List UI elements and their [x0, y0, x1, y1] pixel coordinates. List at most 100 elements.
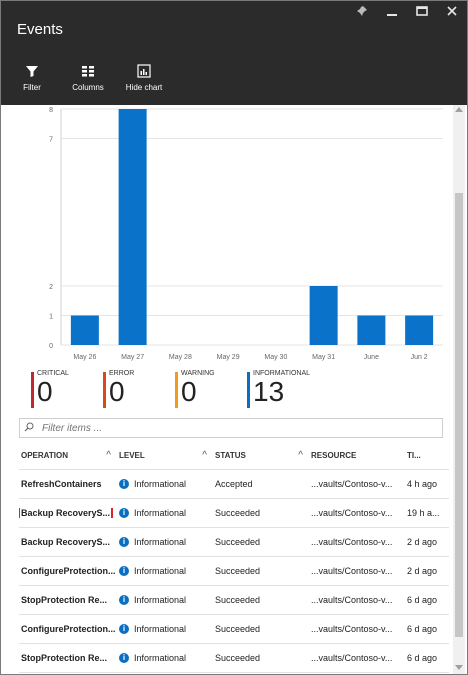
time-cell: 6 d ago — [407, 653, 438, 663]
table-row[interactable]: Backup RecoveryS... i Informational Succe… — [19, 528, 449, 557]
info-icon: i — [119, 624, 129, 634]
hide-chart-label: Hide chart — [125, 83, 163, 92]
level-label: Informational — [134, 508, 187, 518]
x-tick-label: May 30 — [264, 354, 287, 361]
filter-icon — [25, 63, 39, 79]
column-header-resource-label: RESOURCE — [311, 450, 357, 460]
filter-label: Filter — [23, 83, 41, 92]
level-label: Informational — [134, 537, 187, 547]
time-cell: 6 d ago — [407, 624, 438, 634]
info-icon: i — [119, 537, 129, 547]
info-icon: i — [119, 595, 129, 605]
filter-box — [19, 418, 443, 438]
x-tick-label: May 29 — [217, 354, 240, 361]
severity-summary: CRITICAL 0 ERROR 0 WARNING 0 INFORMATION… — [31, 370, 325, 408]
table-row[interactable]: ConfigureProtection... i Informational Su… — [19, 557, 449, 586]
scroll-up-arrow-icon[interactable] — [455, 107, 463, 112]
pin-icon[interactable] — [355, 5, 369, 19]
hide-chart-button[interactable]: Hide chart — [123, 63, 165, 92]
y-tick-label: 1 — [49, 314, 53, 321]
resource-cell: ...vaults/Contoso-v... — [311, 624, 393, 634]
scroll-down-arrow-icon[interactable] — [455, 665, 463, 670]
close-icon[interactable] — [445, 5, 459, 19]
y-tick-label: 2 — [49, 284, 53, 291]
bar[interactable] — [309, 286, 338, 345]
operation-cell: ConfigureProtection... — [21, 624, 116, 634]
level-label: Informational — [134, 479, 187, 489]
column-header-time[interactable]: TI... — [407, 451, 445, 460]
bar[interactable] — [357, 315, 386, 346]
level-cell: i Informational — [119, 624, 215, 634]
filter-input[interactable] — [40, 420, 434, 436]
column-header-operation-label: OPERATION — [21, 450, 68, 460]
operation-cell: ConfigureProtection... — [21, 566, 116, 576]
sort-icon: ^ — [106, 449, 111, 461]
events-table: OPERATION ^ LEVEL ^ STATUS ^ RESOURCE TI...… — [19, 441, 449, 673]
informational-summary[interactable]: INFORMATIONAL 13 — [247, 370, 325, 408]
level-label: Informational — [134, 566, 187, 576]
resource-cell: ...vaults/Contoso-v... — [311, 595, 393, 605]
window-controls — [355, 5, 459, 19]
maximize-icon[interactable] — [415, 5, 429, 19]
scrollbar-thumb[interactable] — [455, 193, 463, 637]
table-row[interactable]: StopProtection Re... i Informational Succ… — [19, 644, 449, 673]
level-cell: i Informational — [119, 595, 215, 605]
columns-icon — [81, 63, 95, 79]
blade-header: Events Filter Columns Hide chart — [1, 1, 467, 105]
column-header-level-label: LEVEL — [119, 450, 145, 460]
status-cell: Succeeded — [215, 566, 261, 576]
column-header-operation[interactable]: OPERATION ^ — [19, 449, 119, 461]
level-cell: i Informational — [119, 653, 215, 663]
columns-button[interactable]: Columns — [67, 63, 109, 92]
y-tick-label: 8 — [49, 107, 53, 114]
column-header-resource[interactable]: RESOURCE — [311, 451, 407, 460]
operation-cell: Backup RecoveryS... — [21, 537, 111, 547]
x-tick-label: May 26 — [73, 354, 96, 361]
operation-cell: StopProtection Re... — [21, 595, 108, 605]
sort-icon: ^ — [202, 449, 207, 461]
x-tick-label: May 28 — [169, 354, 192, 361]
time-cell: 4 h ago — [407, 479, 438, 489]
error-summary[interactable]: ERROR 0 — [103, 370, 165, 408]
x-tick-label: Jun 2 — [411, 354, 428, 361]
error-count: 0 — [109, 376, 125, 407]
table-row[interactable]: Backup RecoveryS... i Informational Succe… — [19, 499, 449, 528]
blade-toolbar: Filter Columns Hide chart — [11, 63, 165, 92]
blade-content: 0 1 2 7 8 May 26 May 27 May 28 May 29 May 30 May 3… — [13, 105, 453, 674]
vertical-scrollbar[interactable] — [453, 105, 465, 674]
warning-summary[interactable]: WARNING 0 — [175, 370, 237, 408]
status-cell: Succeeded — [215, 595, 261, 605]
status-cell: Succeeded — [215, 537, 261, 547]
level-label: Informational — [134, 595, 187, 605]
bar[interactable] — [70, 315, 99, 346]
table-row[interactable]: RefreshContainers i Informational Accepte… — [19, 470, 449, 499]
column-header-status-label: STATUS — [215, 450, 246, 460]
columns-label: Columns — [72, 83, 104, 92]
table-row[interactable]: ConfigureProtection... i Informational Su… — [19, 615, 449, 644]
level-label: Informational — [134, 653, 187, 663]
level-cell: i Informational — [119, 479, 215, 489]
status-cell: Succeeded — [215, 508, 261, 518]
warning-color-bar — [175, 372, 178, 408]
column-header-status[interactable]: STATUS ^ — [215, 450, 311, 461]
events-chart: 0 1 2 7 8 May 26 May 27 May 28 May 29 May 30 May 3… — [13, 105, 453, 375]
search-icon — [24, 422, 34, 432]
resource-cell: ...vaults/Contoso-v... — [311, 537, 393, 547]
level-cell: i Informational — [119, 508, 215, 518]
operation-cell: Backup RecoveryS... — [19, 508, 119, 518]
critical-summary[interactable]: CRITICAL 0 — [31, 370, 93, 408]
events-blade: Events Filter Columns Hide chart 0 1 2 7… — [0, 0, 468, 675]
highlighted-operation: Backup RecoveryS... — [19, 508, 114, 518]
informational-count: 13 — [253, 376, 285, 407]
bar[interactable] — [405, 315, 434, 346]
column-header-level[interactable]: LEVEL ^ — [119, 449, 215, 461]
status-cell: Succeeded — [215, 653, 261, 663]
events-bar-chart: 0 1 2 7 8 May 26 May 27 May 28 May 29 May 30 May 3… — [49, 107, 443, 361]
x-tick-label: May 27 — [121, 354, 144, 361]
info-icon: i — [119, 508, 129, 518]
time-cell: 6 d ago — [407, 595, 438, 605]
bar[interactable] — [118, 109, 147, 345]
filter-button[interactable]: Filter — [11, 63, 53, 92]
table-row[interactable]: StopProtection Re... i Informational Succ… — [19, 586, 449, 615]
minimize-icon[interactable] — [385, 5, 399, 19]
